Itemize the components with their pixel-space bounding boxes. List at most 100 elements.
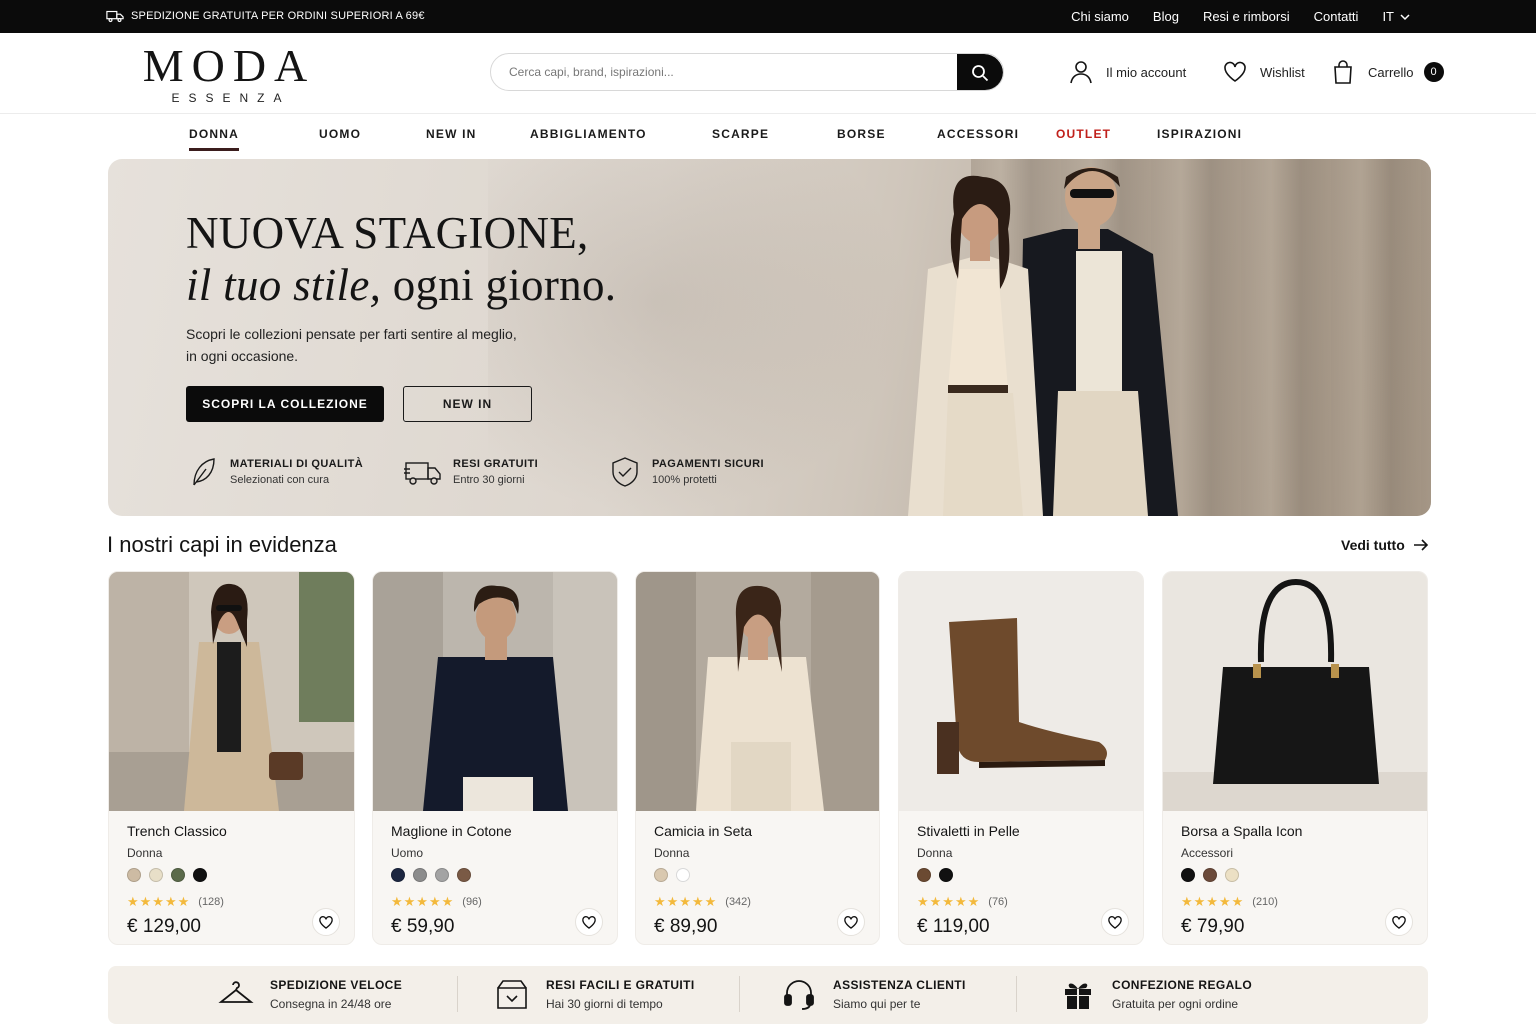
topbar-link-contatti[interactable]: Contatti (1314, 9, 1359, 24)
color-swatch[interactable] (193, 868, 207, 882)
feature-title: MATERIALI DI QUALITÀ (230, 458, 364, 470)
discover-collection-button[interactable]: SCOPRI LA COLLEZIONE (186, 386, 384, 422)
color-swatch[interactable] (149, 868, 163, 882)
chevron-down-icon (1400, 13, 1410, 20)
product-name[interactable]: Borsa a Spalla Icon (1181, 823, 1302, 839)
rating-count: (76) (988, 896, 1008, 908)
wishlist-toggle[interactable] (837, 908, 865, 936)
brand-logo[interactable]: MODA ESSENZA (134, 43, 324, 106)
nav-item-uomo[interactable]: UOMO (319, 127, 361, 141)
cart-label: Carrello (1368, 64, 1414, 80)
box-return-icon (497, 980, 527, 1009)
new-in-button[interactable]: NEW IN (403, 386, 532, 422)
product-name[interactable]: Maglione in Cotone (391, 823, 512, 839)
color-swatch[interactable] (676, 868, 690, 882)
service-subtitle: Consegna in 24/48 ore (270, 996, 392, 1011)
product-name[interactable]: Trench Classico (127, 823, 227, 839)
product-image[interactable] (373, 572, 617, 811)
see-all-link[interactable]: Vedi tutto (1341, 537, 1429, 553)
color-swatch[interactable] (413, 868, 427, 882)
color-swatch[interactable] (1181, 868, 1195, 882)
account-link[interactable]: Il mio account (1068, 59, 1186, 85)
hero-title-rest: ogni giorno. (381, 260, 617, 310)
product-rating: ★★★★★ (128) (127, 894, 224, 910)
rating-count: (96) (462, 896, 482, 908)
product-name[interactable]: Camicia in Seta (654, 823, 752, 839)
gift-icon (1065, 983, 1091, 1009)
color-swatch[interactable] (435, 868, 449, 882)
topbar-link-resi[interactable]: Resi e rimborsi (1203, 9, 1290, 24)
topbar-link-blog[interactable]: Blog (1153, 9, 1179, 24)
nav-item-ispirazioni[interactable]: ISPIRAZIONI (1157, 127, 1242, 141)
color-swatch[interactable] (1203, 868, 1217, 882)
truck-icon (106, 10, 124, 23)
search-bar (490, 53, 1004, 91)
hero-models-image (908, 167, 1178, 516)
color-swatch[interactable] (391, 868, 405, 882)
nav-item-outlet[interactable]: OUTLET (1056, 127, 1111, 141)
rating-stars: ★★★★★ (127, 894, 191, 909)
color-swatch[interactable] (1225, 868, 1239, 882)
language-selector[interactable]: IT (1382, 9, 1410, 24)
cart-link[interactable]: Carrello 0 (1330, 59, 1444, 85)
rating-stars: ★★★★★ (654, 894, 718, 909)
product-rating: ★★★★★ (96) (391, 894, 482, 910)
hero-feature-returns: RESI GRATUITI Entro 30 giorni (403, 455, 538, 489)
arrow-right-icon (1413, 539, 1428, 551)
hero-title: NUOVA STAGIONE, il tuo stile, ogni giorn… (186, 207, 616, 311)
search-button[interactable] (957, 54, 1003, 90)
cart-count-badge: 0 (1423, 62, 1444, 82)
nav-item-donna[interactable]: DONNA (189, 127, 239, 151)
hanger-icon (218, 981, 254, 1003)
service-title: ASSISTENZA CLIENTI (833, 977, 966, 992)
service-gift-wrap: CONFEZIONE REGALO Gratuita per ogni ordin… (1060, 976, 1252, 1012)
product-price: € 79,90 (1181, 916, 1245, 937)
product-card-sweater[interactable]: Maglione in Cotone Uomo ★★★★★ (96) € 59,9… (372, 571, 618, 945)
nav-item-abbigliamento[interactable]: ABBIGLIAMENTO (530, 127, 647, 141)
color-swatches (654, 868, 690, 882)
color-swatch[interactable] (457, 868, 471, 882)
color-swatch[interactable] (917, 868, 931, 882)
color-swatch[interactable] (654, 868, 668, 882)
language-label: IT (1382, 9, 1394, 24)
wishlist-toggle[interactable] (1101, 908, 1129, 936)
hero-feature-quality: MATERIALI DI QUALITÀ Selezionati con cura (186, 455, 363, 489)
nav-item-new-in[interactable]: NEW IN (426, 127, 477, 141)
divider (739, 976, 740, 1012)
product-card-bag[interactable]: Borsa a Spalla Icon Accessori ★★★★★ (210)… (1162, 571, 1428, 945)
wishlist-toggle[interactable] (312, 908, 340, 936)
hero-title-line1: NUOVA STAGIONE, (186, 208, 589, 258)
wishlist-link[interactable]: Wishlist (1222, 59, 1305, 85)
headset-icon (784, 980, 814, 1010)
color-swatch[interactable] (171, 868, 185, 882)
product-image[interactable] (1163, 572, 1427, 811)
nav-item-borse[interactable]: BORSE (837, 127, 886, 141)
product-category: Donna (654, 846, 690, 860)
topbar-link-chi-siamo[interactable]: Chi siamo (1071, 9, 1129, 24)
product-card-trench[interactable]: Trench Classico Donna ★★★★★ (128) € 129,0… (108, 571, 355, 945)
featured-section-title: I nostri capi in evidenza (107, 532, 337, 557)
product-card-silk-shirt[interactable]: Camicia in Seta Donna ★★★★★ (342) € 89,90 (635, 571, 880, 945)
service-customer-care: ASSISTENZA CLIENTI Siamo qui per te (781, 976, 966, 1012)
product-rating: ★★★★★ (76) (917, 894, 1008, 910)
product-image[interactable] (899, 572, 1143, 811)
nav-item-accessori[interactable]: ACCESSORI (937, 127, 1019, 141)
service-subtitle: Siamo qui per te (833, 996, 921, 1011)
product-name[interactable]: Stivaletti in Pelle (917, 823, 1020, 839)
product-card-boots[interactable]: Stivaletti in Pelle Donna ★★★★★ (76) € 11… (898, 571, 1144, 945)
wishlist-toggle[interactable] (575, 908, 603, 936)
color-swatch[interactable] (939, 868, 953, 882)
wishlist-toggle[interactable] (1385, 908, 1413, 936)
see-all-label: Vedi tutto (1341, 537, 1405, 553)
rating-count: (342) (725, 896, 751, 908)
search-input[interactable] (491, 54, 957, 90)
nav-item-scarpe[interactable]: SCARPE (712, 127, 769, 141)
color-swatch[interactable] (127, 868, 141, 882)
logo-sub-text: ESSENZA (171, 91, 291, 105)
product-image[interactable] (109, 572, 354, 811)
hero-description-line2: in ogni occasione. (186, 348, 299, 364)
wishlist-label: Wishlist (1260, 64, 1305, 80)
shopping-bag-icon (1334, 60, 1352, 84)
shield-check-icon (612, 457, 638, 487)
product-image[interactable] (636, 572, 879, 811)
